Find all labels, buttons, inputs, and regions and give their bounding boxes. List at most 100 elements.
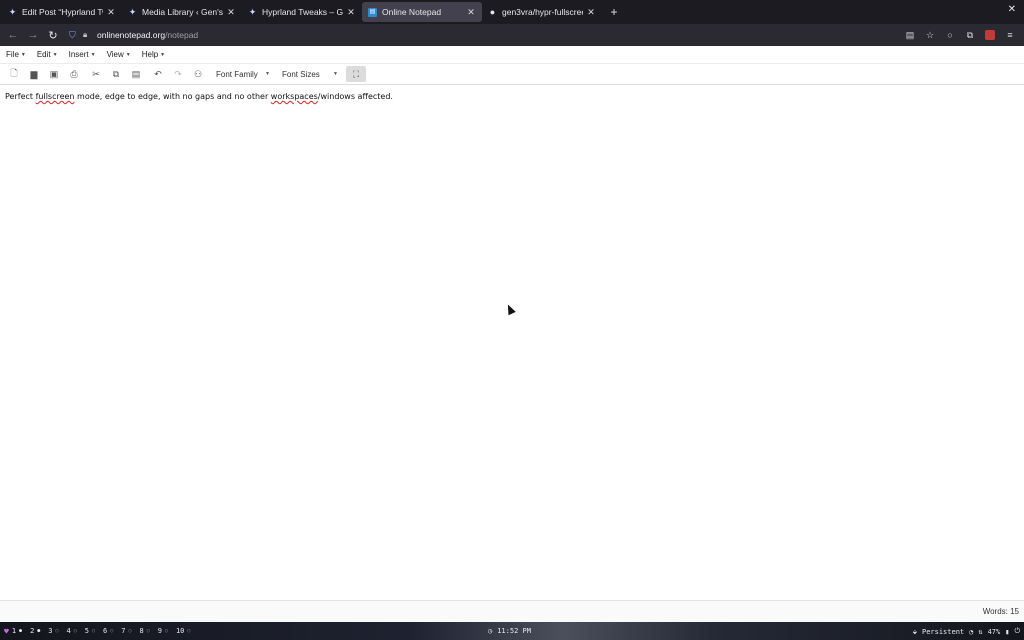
tab-media-library[interactable]: ✦ Media Library ‹ Gen's Blo ✕ xyxy=(122,2,242,22)
network-icon[interactable]: ⇅ xyxy=(978,628,982,636)
forward-arrow-icon[interactable]: → xyxy=(23,29,43,41)
cut-icon[interactable]: ✂ xyxy=(86,66,106,82)
tab-github[interactable]: ● gen3vra/hypr-fullscreen- ✕ xyxy=(482,2,602,22)
battery-icon[interactable]: ▮ xyxy=(1005,628,1009,636)
editor-menubar: File ▼ Edit ▼ Insert ▼ View ▼ Help ▼ xyxy=(0,46,1024,64)
workspace-4[interactable]: 4 ○ xyxy=(67,627,77,635)
editor-text: Perfect xyxy=(5,92,36,101)
font-family-select[interactable]: Font Family ▼ xyxy=(212,66,274,82)
tab-title: Edit Post “Hyprland Twea xyxy=(22,7,103,17)
workspace-9[interactable]: 9 ○ xyxy=(158,627,168,635)
font-sizes-select[interactable]: Font Sizes ▼ xyxy=(278,66,342,82)
system-tray: ⬙ Persistent ◔ ⇅ 47% ▮ ⏻ xyxy=(913,627,1020,636)
menu-edit[interactable]: Edit ▼ xyxy=(37,50,58,59)
workspace-number: 7 xyxy=(121,627,126,635)
lock-icon[interactable]: 🔒︎ xyxy=(83,30,97,40)
editor-toolbar: 🗋︎ ▆ ▣ ⎙ ✂ ⧉ ▤ ↶ ↷ ⚇ Font Family ▼ Font … xyxy=(0,64,1024,85)
account-icon[interactable]: ○ xyxy=(940,30,960,40)
wifi-icon[interactable]: ◔ xyxy=(969,628,973,636)
open-folder-icon[interactable]: ▆ xyxy=(24,66,44,82)
back-arrow-icon[interactable]: ← xyxy=(3,29,23,41)
new-tab-button[interactable]: + xyxy=(606,5,622,19)
heart-icon: ♥ xyxy=(4,626,9,636)
caret-down-icon: ▼ xyxy=(90,51,96,58)
workspace-dot: ○ xyxy=(146,628,150,634)
persistent-mode-icon: ⬙ xyxy=(912,627,917,636)
editor-statusbar: Words: 15 xyxy=(0,600,1024,622)
notepad-icon: ▤ xyxy=(368,7,377,17)
close-icon[interactable]: ✕ xyxy=(346,7,356,18)
power-icon[interactable]: ⏻ xyxy=(1014,627,1020,636)
redo-icon[interactable]: ↷ xyxy=(168,66,188,82)
editor-text-area[interactable]: Perfect fullscreen mode, edge to edge, w… xyxy=(5,92,393,101)
wordpress-icon: ✦ xyxy=(8,6,17,17)
wordpress-icon: ✦ xyxy=(128,6,137,17)
save-icon[interactable]: ▣ xyxy=(44,66,64,82)
workspace-1[interactable]: 1 ● xyxy=(12,627,22,635)
menu-label: View xyxy=(106,50,124,59)
menu-help[interactable]: Help ▼ xyxy=(142,50,165,59)
menu-label: Help xyxy=(141,50,159,59)
bookmark-star-icon[interactable]: ☆ xyxy=(920,30,940,41)
close-icon[interactable]: ✕ xyxy=(106,7,116,18)
close-icon[interactable]: ✕ xyxy=(586,7,596,18)
tab-title: Hyprland Tweaks – Gen's xyxy=(262,7,343,17)
extensions-icon[interactable]: ⧉ xyxy=(960,30,980,41)
url-bar[interactable]: ⛉ 🔒︎ onlinenotepad.org/notepad xyxy=(69,26,900,44)
menu-insert[interactable]: Insert ▼ xyxy=(69,50,96,59)
paste-icon[interactable]: ▤ xyxy=(126,66,146,82)
menu-file[interactable]: File ▼ xyxy=(6,50,26,59)
nav-actions: ▤ ☆ ○ ⧉ ≡ xyxy=(900,30,1020,41)
tab-hyprland-tweaks[interactable]: ✦ Hyprland Tweaks – Gen's ✕ xyxy=(242,2,362,22)
workspace-number: 6 xyxy=(103,627,108,635)
close-icon[interactable]: ✕ xyxy=(226,7,236,18)
workspace-8[interactable]: 8 ○ xyxy=(139,627,149,635)
undo-icon[interactable]: ↶ xyxy=(148,66,168,82)
menu-label: Edit xyxy=(36,50,51,59)
new-document-icon[interactable]: 🗋︎ xyxy=(4,66,24,82)
mouse-pointer-icon xyxy=(504,302,516,316)
workspace-dot: ○ xyxy=(164,628,168,634)
workspace-dot: ○ xyxy=(91,628,95,634)
print-icon[interactable]: ⎙ xyxy=(64,66,84,82)
caret-down-icon: ▼ xyxy=(52,51,58,58)
reload-icon[interactable]: ↻ xyxy=(43,29,63,42)
window-close-icon[interactable]: ✕ xyxy=(1008,4,1016,15)
workspace-dot: ○ xyxy=(110,628,114,634)
tab-strip: ✦ Edit Post “Hyprland Twea ✕ ✦ Media Lib… xyxy=(0,0,1024,24)
copy-icon[interactable]: ⧉ xyxy=(106,66,126,82)
workspace-10[interactable]: 10 ○ xyxy=(176,627,190,635)
workspace-dot: ● xyxy=(37,628,41,634)
github-icon: ● xyxy=(489,6,496,17)
shield-icon[interactable]: ⛉ xyxy=(69,30,83,41)
workspace-2[interactable]: 2 ● xyxy=(30,627,40,635)
reader-view-icon[interactable]: ▤ xyxy=(900,30,920,41)
tab-edit-post[interactable]: ✦ Edit Post “Hyprland Twea ✕ xyxy=(2,2,122,22)
hamburger-menu-icon[interactable]: ≡ xyxy=(1000,30,1020,40)
caret-down-icon: ▼ xyxy=(333,71,338,77)
misspelled-word: fullscreen xyxy=(35,92,75,101)
find-binoculars-icon[interactable]: ⚇ xyxy=(188,66,208,82)
workspace-6[interactable]: 6 ○ xyxy=(103,627,113,635)
tab-online-notepad[interactable]: ▤ Online Notepad ✕ xyxy=(362,2,482,22)
workspace-7[interactable]: 7 ○ xyxy=(121,627,131,635)
workspace-5[interactable]: 5 ○ xyxy=(85,627,95,635)
caret-down-icon: ▼ xyxy=(125,51,131,58)
extension-badge-icon[interactable] xyxy=(985,30,995,40)
browser-window: ✦ Edit Post “Hyprland Twea ✕ ✦ Media Lib… xyxy=(0,0,1024,640)
workspace-number: 10 xyxy=(175,627,185,635)
menu-view[interactable]: View ▼ xyxy=(107,50,131,59)
misspelled-word: workspaces xyxy=(270,92,318,101)
taskbar-clock[interactable]: ◷ 11:52 PM xyxy=(488,627,531,635)
fullscreen-icon[interactable]: ⛶ xyxy=(346,66,366,82)
workspace-3[interactable]: 3 ○ xyxy=(48,627,58,635)
font-sizes-label: Font Sizes xyxy=(282,69,320,79)
workspace-dot: ○ xyxy=(128,628,132,634)
editor-text: mode, edge to edge, with no gaps and no … xyxy=(74,92,271,101)
workspace-dot: ○ xyxy=(73,628,77,634)
tab-title: gen3vra/hypr-fullscreen- xyxy=(502,7,583,17)
caret-down-icon: ▼ xyxy=(160,51,166,58)
battery-percent: 47% xyxy=(987,627,1001,636)
close-icon[interactable]: ✕ xyxy=(466,7,476,18)
mode-label[interactable]: Persistent xyxy=(922,628,964,636)
